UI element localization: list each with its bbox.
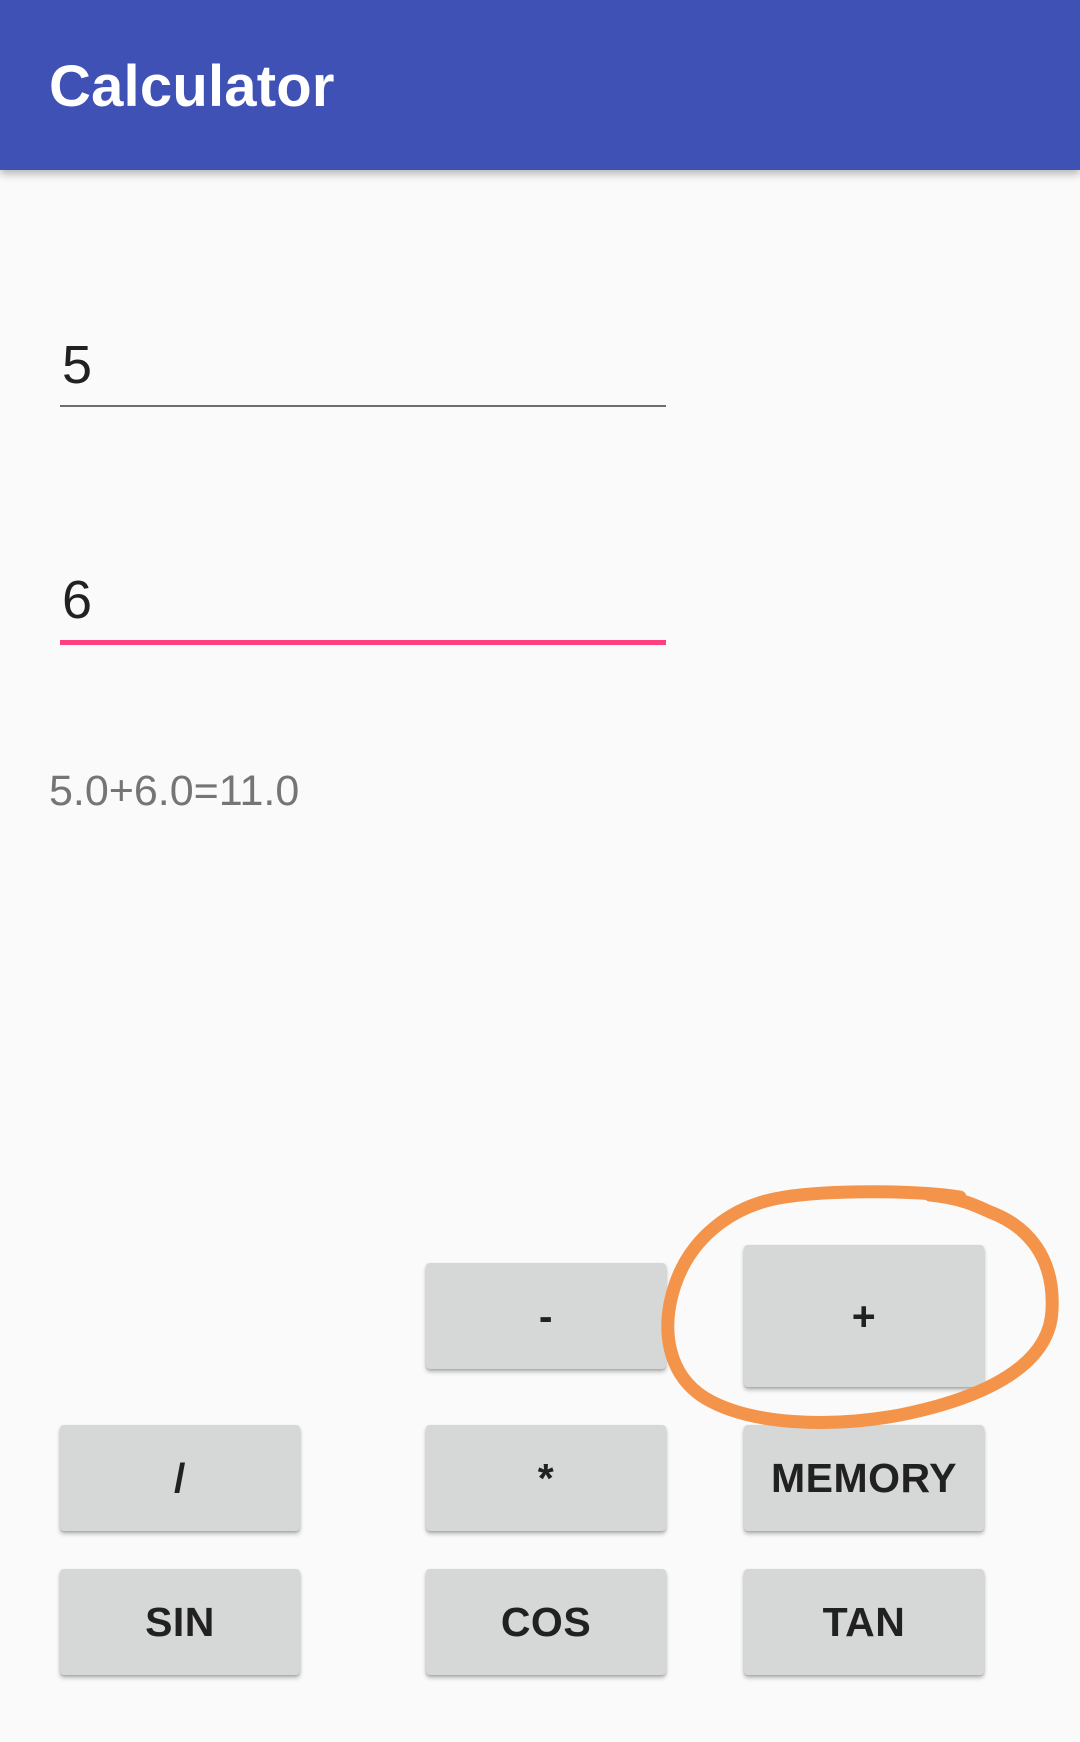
first-number-field[interactable]: 5 — [60, 333, 666, 409]
minus-button[interactable]: - — [426, 1263, 666, 1369]
app-bar: Calculator — [0, 0, 1080, 170]
memory-button[interactable]: MEMORY — [744, 1425, 984, 1531]
cos-button[interactable]: COS — [426, 1569, 666, 1675]
app-title: Calculator — [49, 54, 335, 119]
plus-button[interactable]: + — [744, 1245, 984, 1387]
divide-button[interactable]: / — [60, 1425, 300, 1531]
cos-button-label: COS — [500, 1598, 592, 1645]
second-number-value: 6 — [62, 570, 93, 630]
multiply-button[interactable]: * — [426, 1425, 666, 1531]
sin-button[interactable]: SIN — [60, 1569, 300, 1675]
first-number-underline — [60, 405, 666, 407]
divide-button-label: / — [174, 1454, 186, 1501]
multiply-button-label: * — [537, 1454, 555, 1501]
second-number-field[interactable]: 6 — [60, 568, 666, 646]
sin-button-label: SIN — [145, 1598, 215, 1645]
tan-button-label: TAN — [822, 1598, 906, 1645]
memory-button-label: MEMORY — [771, 1454, 957, 1501]
plus-button-label: + — [851, 1292, 877, 1339]
result-text: 5.0+6.0=11.0 — [49, 767, 300, 815]
second-number-underline — [60, 640, 666, 645]
first-number-value: 5 — [62, 335, 93, 395]
tan-button[interactable]: TAN — [744, 1569, 984, 1675]
minus-button-label: - — [538, 1292, 554, 1339]
